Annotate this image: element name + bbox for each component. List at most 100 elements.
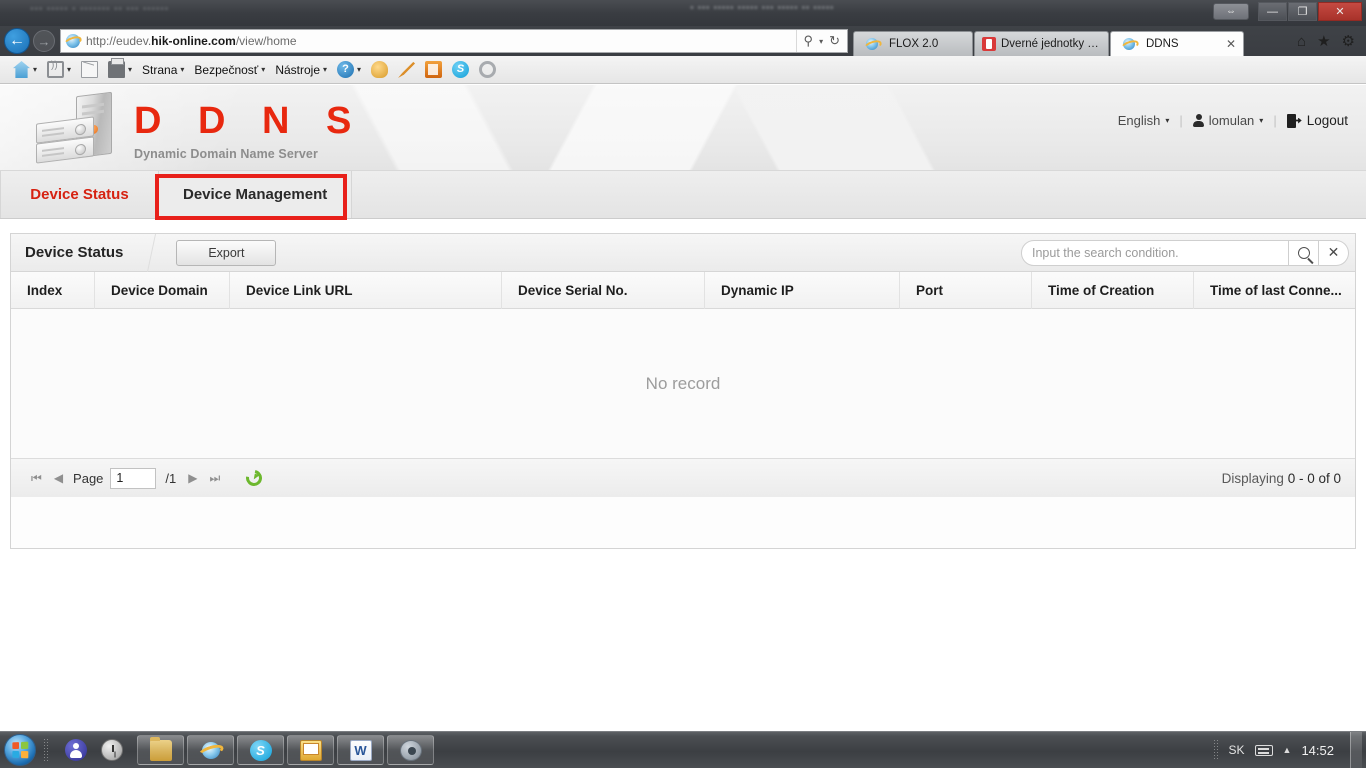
search-input[interactable] <box>1032 246 1278 260</box>
column-header-device-domain[interactable]: Device Domain <box>95 272 230 309</box>
language-selector[interactable]: English ▾ <box>1118 113 1170 128</box>
refresh-icon[interactable] <box>243 467 265 489</box>
separator: | <box>1273 113 1276 128</box>
clock-time[interactable]: 14:52 <box>1301 743 1340 758</box>
taskbar-button-skype[interactable]: S <box>237 735 284 765</box>
pagination-bar: ⏮ ◀ Page /1 ▶ ⏭ Displaying 0 - 0 of 0 <box>11 459 1355 497</box>
export-button[interactable]: Export <box>176 240 276 266</box>
minimize-button[interactable]: — <box>1258 2 1287 21</box>
gear-icon[interactable]: ⚙ <box>1342 32 1355 50</box>
start-button[interactable] <box>4 734 36 766</box>
column-header-index[interactable]: Index <box>11 272 95 309</box>
cmd-orange-doc[interactable] <box>422 59 445 80</box>
skype-icon: S <box>452 61 469 78</box>
taskbar-button-media-player[interactable] <box>387 735 434 765</box>
username-label: lomulan <box>1209 113 1255 128</box>
close-button[interactable]: ✕ <box>1318 2 1362 21</box>
logout-icon <box>1287 114 1302 128</box>
first-page-button[interactable]: ⏮ <box>25 471 48 486</box>
column-header-port[interactable]: Port <box>900 272 1032 309</box>
cmd-home[interactable]: ▾ <box>10 59 40 80</box>
user-account-icon[interactable] <box>65 739 87 761</box>
chevron-down-icon: ▾ <box>180 65 184 74</box>
refresh-icon[interactable]: ↻ <box>827 33 842 49</box>
back-button[interactable]: ← <box>4 28 30 54</box>
taskbar-button-file-explorer[interactable] <box>137 735 184 765</box>
folder-icon <box>150 740 172 761</box>
chevron-down-icon: ▾ <box>33 65 37 74</box>
feed-icon <box>47 61 64 78</box>
quick-launch <box>57 739 131 761</box>
cmd-read-mail[interactable] <box>78 59 101 80</box>
column-header-device-link-url[interactable]: Device Link URL <box>230 272 502 309</box>
clock-icon[interactable] <box>101 739 123 761</box>
cmd-print[interactable]: ▾ <box>105 59 135 80</box>
show-desktop-button[interactable] <box>1350 732 1362 769</box>
help-icon: ? <box>337 61 354 78</box>
tab-flox[interactable]: FLOX 2.0 <box>853 31 973 56</box>
separator: | <box>1179 113 1182 128</box>
window-restore-pill[interactable]: ⇔ <box>1213 3 1249 20</box>
search-clear-button[interactable]: ✕ <box>1319 240 1349 266</box>
column-header-dynamic-ip[interactable]: Dynamic IP <box>705 272 900 309</box>
taskbar-button-mail[interactable] <box>287 735 334 765</box>
forward-button[interactable]: → <box>33 30 55 52</box>
close-icon[interactable]: ✕ <box>1226 37 1236 51</box>
cmd-nastroje[interactable]: Nástroje▾ <box>272 61 330 79</box>
next-page-button[interactable]: ▶ <box>182 471 203 485</box>
device-status-panel: Device Status Export ✕ Index Device Doma… <box>10 233 1356 549</box>
home-icon <box>13 61 30 78</box>
language-indicator[interactable]: SK <box>1229 743 1245 757</box>
main-navigation-tabs: Device Status Device Management <box>0 171 1366 219</box>
window-title-bar: ••• ••••• • ••••••• •• ••• •••••• • ••• … <box>0 0 1366 26</box>
cmd-settings[interactable] <box>476 59 499 80</box>
cmd-pen[interactable] <box>395 59 418 80</box>
pen-icon <box>398 61 415 78</box>
column-header-time-of-creation[interactable]: Time of Creation <box>1032 272 1194 309</box>
total-pages-label: /1 <box>165 471 176 486</box>
keyboard-icon[interactable] <box>1255 745 1273 756</box>
cmd-skype[interactable]: S <box>449 59 472 80</box>
tab-device-status[interactable]: Device Status <box>0 171 159 218</box>
panel-header: Device Status Export ✕ <box>11 234 1355 272</box>
search-submit-button[interactable] <box>1289 240 1319 266</box>
window-title-ghost-left: ••• ••••• • ••••••• •• ••• •••••• <box>30 3 169 15</box>
column-header-time-of-last-connection[interactable]: Time of last Conne... <box>1194 272 1355 309</box>
url-domain: hik-online.com <box>151 34 236 48</box>
language-label: English <box>1118 113 1161 128</box>
person-icon <box>1193 114 1204 127</box>
page-label: Page <box>73 471 103 486</box>
favorites-star-icon[interactable]: ★ <box>1317 32 1330 50</box>
window-controls: ⇔ — ❐ ✕ <box>1213 2 1362 21</box>
cmd-strana[interactable]: Strana▾ <box>139 61 187 79</box>
search-box[interactable] <box>1021 240 1289 266</box>
chevron-down-icon[interactable]: ▾ <box>817 37 825 46</box>
taskbar-button-word[interactable]: W <box>337 735 384 765</box>
cmd-bezpecnost[interactable]: Bezpečnosť▾ <box>191 61 268 79</box>
cmd-feeds[interactable]: ▾ <box>44 59 74 80</box>
taskbar-button-internet-explorer[interactable] <box>187 735 234 765</box>
tray-grip <box>1213 739 1219 761</box>
cmd-people[interactable] <box>368 59 391 80</box>
tab-dverne-jednotky[interactable]: Dverné jednotky (v... <box>974 31 1109 56</box>
logout-button[interactable]: Logout <box>1287 113 1348 128</box>
panel-title: Device Status <box>25 244 123 261</box>
tab-device-management[interactable]: Device Management <box>159 171 352 218</box>
user-menu[interactable]: lomulan ▾ <box>1193 113 1264 128</box>
displaying-range: 0 - 0 of 0 <box>1288 471 1341 486</box>
windows-logo-icon <box>12 742 28 759</box>
maximize-button[interactable]: ❐ <box>1288 2 1317 21</box>
tab-strip: FLOX 2.0 Dverné jednotky (v... DDNS ✕ <box>853 26 1245 56</box>
previous-page-button[interactable]: ◀ <box>48 471 69 485</box>
search-icon[interactable]: ⚲ <box>802 33 816 49</box>
tab-ddns[interactable]: DDNS ✕ <box>1110 31 1244 56</box>
chevron-down-icon: ▾ <box>1165 116 1169 125</box>
address-bar[interactable]: http://eudev.hik-online.com/view/home ⚲ … <box>60 29 848 53</box>
page-number-input[interactable] <box>110 468 156 489</box>
last-page-button[interactable]: ⏭ <box>204 471 227 486</box>
cmd-help[interactable]: ?▾ <box>334 59 364 80</box>
column-header-device-serial-no[interactable]: Device Serial No. <box>502 272 705 309</box>
show-hidden-icons-button[interactable]: ▲ <box>1283 745 1292 755</box>
home-icon[interactable]: ⌂ <box>1297 33 1306 50</box>
ie-icon <box>65 33 81 49</box>
